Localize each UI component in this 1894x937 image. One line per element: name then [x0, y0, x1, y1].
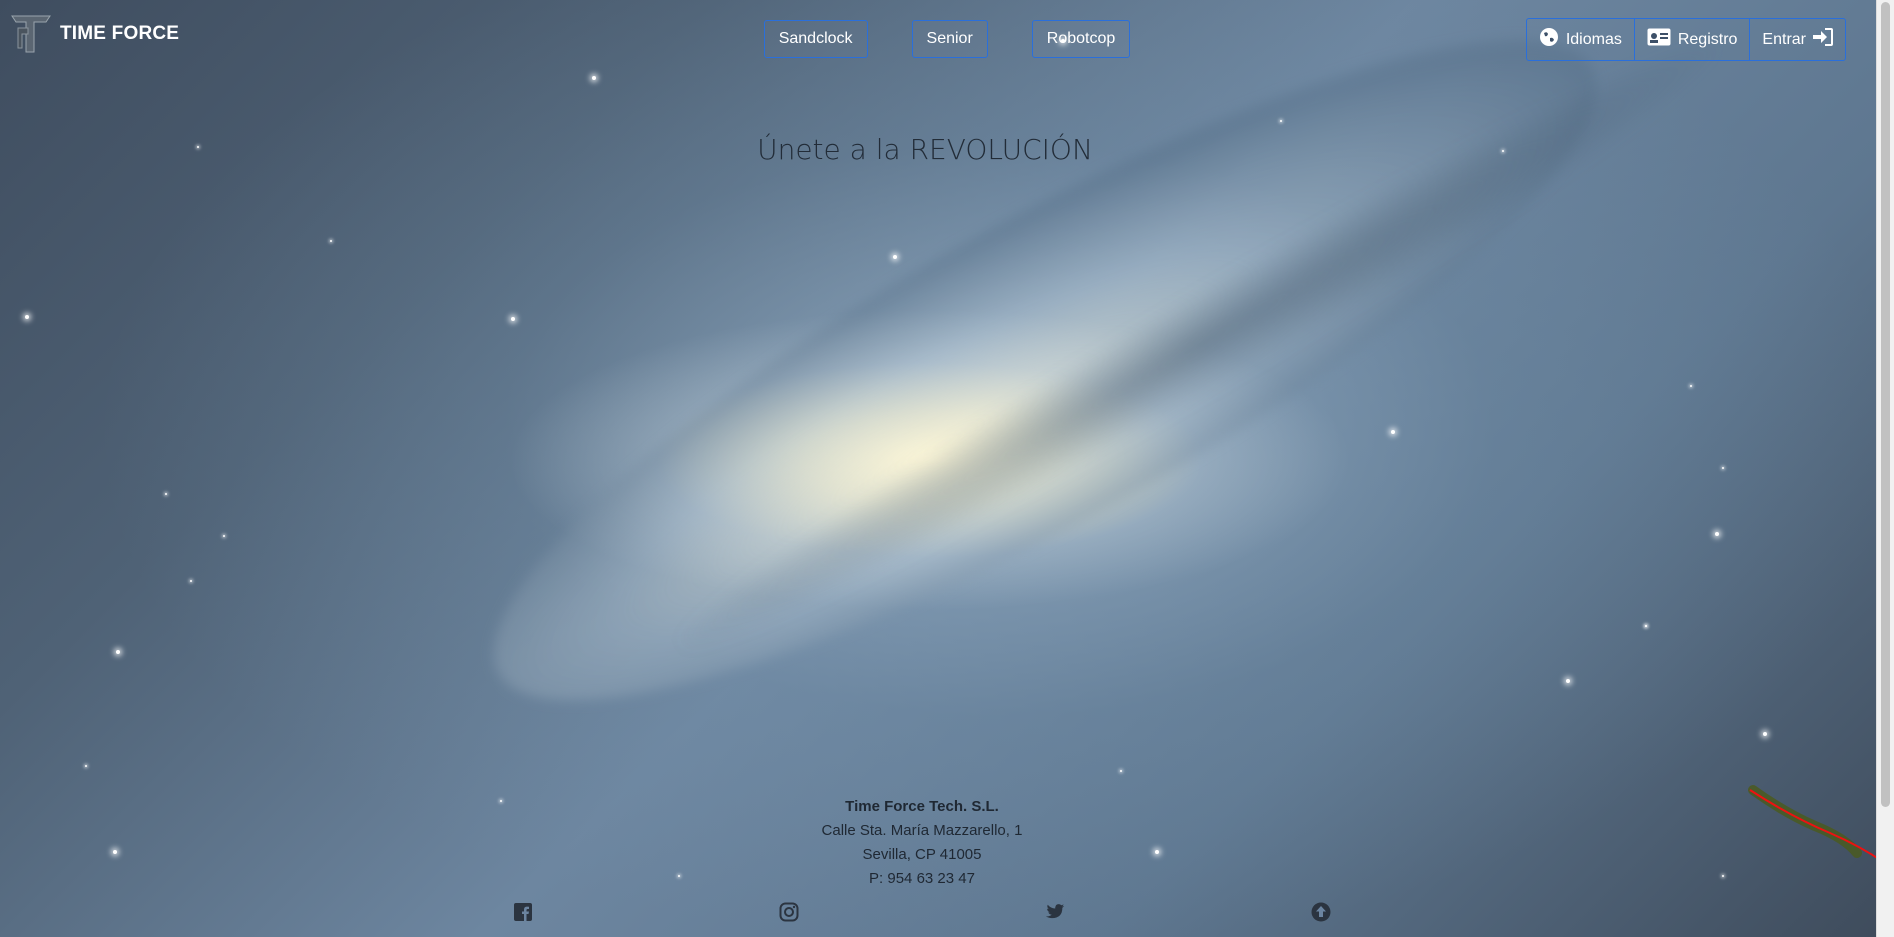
- star: [592, 76, 596, 80]
- star: [893, 255, 897, 259]
- languages-label: Idiomas: [1565, 30, 1622, 48]
- sign-in-icon: [1813, 28, 1833, 51]
- scrollbar-thumb[interactable]: [1881, 2, 1890, 807]
- nav-sandclock-button[interactable]: Sandclock: [763, 20, 868, 58]
- login-label: Entrar: [1762, 30, 1806, 48]
- star: [25, 315, 29, 319]
- company-city: Sevilla, CP 41005: [862, 846, 982, 863]
- star: [1566, 679, 1570, 683]
- star: [1120, 770, 1122, 772]
- star: [1391, 430, 1395, 434]
- twitter-icon[interactable]: [1045, 902, 1065, 922]
- facebook-icon[interactable]: [513, 902, 533, 922]
- nav-senior-button[interactable]: Senior: [911, 20, 988, 58]
- star: [165, 493, 167, 495]
- star: [1280, 120, 1282, 122]
- id-card-icon: [1647, 28, 1671, 51]
- star: [1715, 532, 1719, 536]
- star: [1722, 467, 1724, 469]
- company-address: Calle Sta. María Mazzarello, 1: [821, 822, 1023, 839]
- account-nav: Idiomas Registro Entrar: [1525, 18, 1846, 61]
- star: [1690, 385, 1692, 387]
- instagram-icon[interactable]: [779, 902, 799, 922]
- page-background: TIME FORCE Sandclock Senior Robotcop Idi…: [0, 0, 1894, 937]
- star: [511, 317, 515, 321]
- hero-title: Únete a la REVOLUCIÓN: [757, 133, 1093, 166]
- star: [1763, 732, 1767, 736]
- social-links: [0, 902, 1844, 922]
- company-phone: P: 954 63 23 47: [869, 870, 975, 887]
- star: [223, 535, 225, 537]
- footer-contact: Time Force Tech. S.L. Calle Sta. María M…: [0, 795, 1844, 891]
- languages-button[interactable]: Idiomas: [1525, 18, 1635, 61]
- vertical-scrollbar[interactable]: [1876, 0, 1894, 937]
- star: [190, 580, 192, 582]
- star: [330, 240, 332, 242]
- register-button[interactable]: Registro: [1633, 18, 1751, 61]
- arrow-up-circle-icon[interactable]: [1311, 902, 1331, 922]
- company-name: Time Force Tech. S.L.: [845, 798, 999, 815]
- annotation-scribble: [1748, 785, 1885, 869]
- star: [116, 650, 120, 654]
- star: [85, 765, 87, 767]
- globe-icon: [1539, 27, 1559, 52]
- register-label: Registro: [1677, 30, 1738, 48]
- nav-robotcop-button[interactable]: Robotcop: [1031, 20, 1131, 58]
- star: [1645, 625, 1647, 627]
- login-button[interactable]: Entrar: [1749, 18, 1846, 61]
